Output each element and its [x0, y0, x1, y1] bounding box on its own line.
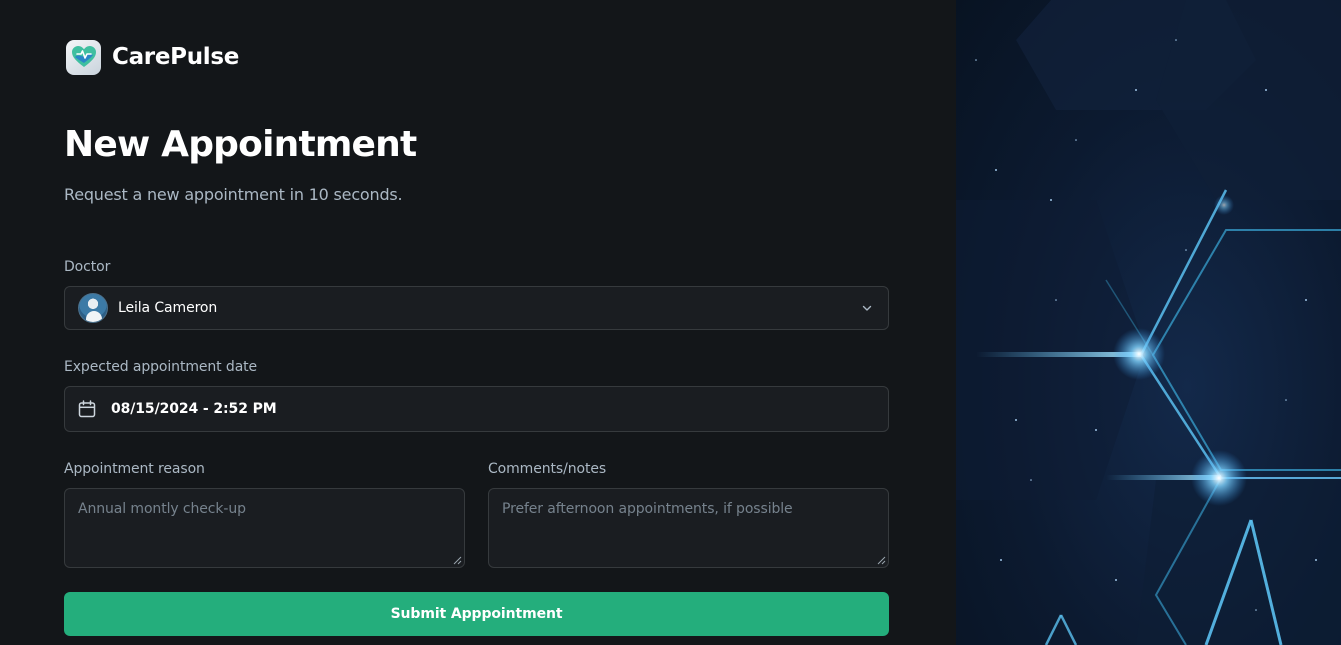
calendar-icon — [77, 399, 97, 419]
notes-textarea[interactable]: Prefer afternoon appointments, if possib… — [488, 488, 889, 568]
resize-grip-icon[interactable] — [450, 553, 462, 565]
chevron-down-icon[interactable] — [860, 301, 874, 315]
reason-placeholder: Annual montly check-up — [78, 501, 246, 517]
page-title: New Appointment — [64, 124, 417, 165]
form-panel: CarePulse New Appointment Request a new … — [0, 0, 956, 645]
notes-placeholder: Prefer afternoon appointments, if possib… — [502, 501, 793, 517]
doctor-avatar — [78, 293, 108, 323]
carepulse-logo-icon — [66, 39, 101, 75]
brand-logo: CarePulse — [66, 39, 239, 75]
notes-label: Comments/notes — [488, 461, 607, 477]
hexagon-network-illustration — [956, 0, 1341, 645]
page-subtitle: Request a new appointment in 10 seconds. — [64, 185, 403, 204]
date-picker[interactable]: 08/15/2024 - 2:52 PM — [64, 386, 889, 432]
doctor-label: Doctor — [64, 259, 111, 275]
date-value: 08/15/2024 - 2:52 PM — [111, 401, 277, 417]
doctor-select-value: Leila Cameron — [118, 300, 218, 316]
submit-appointment-button[interactable]: Submit Apppointment — [64, 592, 889, 636]
reason-label: Appointment reason — [64, 461, 205, 477]
resize-grip-icon[interactable] — [874, 553, 886, 565]
doctor-select[interactable]: Leila Cameron — [64, 286, 889, 330]
hero-image — [956, 0, 1341, 645]
date-label: Expected appointment date — [64, 359, 258, 375]
brand-name: CarePulse — [112, 44, 240, 70]
reason-textarea[interactable]: Annual montly check-up — [64, 488, 465, 568]
